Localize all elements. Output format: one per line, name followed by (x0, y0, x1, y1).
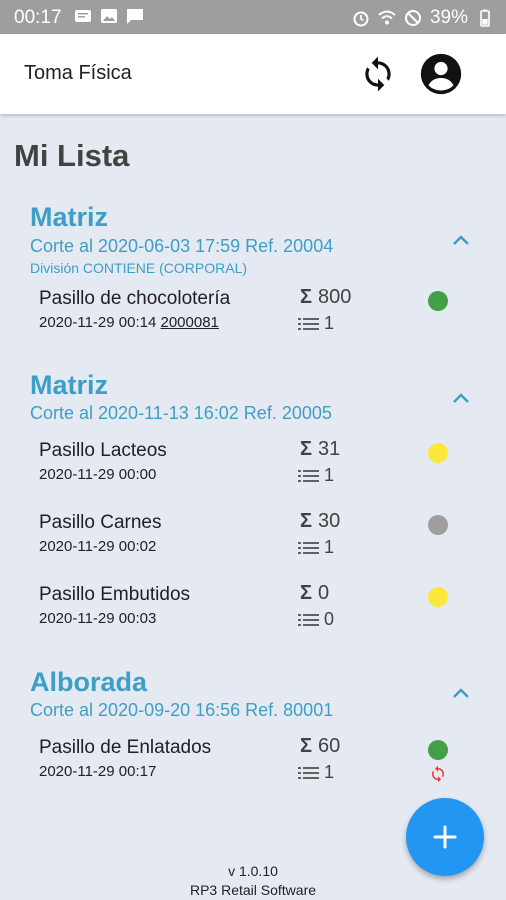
item-name: Pasillo Embutidos (39, 584, 191, 605)
chat-notification-icon (127, 9, 143, 24)
sync-icon (365, 56, 391, 92)
list-item[interactable]: Pasillo de chocolotería 2020-11-29 00:14… (0, 286, 506, 344)
item-date: 2020-11-29 00:03 (39, 610, 157, 627)
item-sum-value: 0 (318, 582, 330, 604)
sync-pending-icon[interactable] (429, 765, 447, 783)
status-bar: 00:17 39% (0, 0, 506, 34)
group-cut-info: Corte al 2020-09-20 16:56 Ref. 80001 (30, 700, 334, 720)
group-store-name: Alborada (30, 667, 148, 697)
item-name: Pasillo de Enlatados (39, 737, 212, 758)
item-date: 2020-11-29 00:14 (39, 314, 157, 331)
app-bar: Toma Física (0, 34, 506, 114)
list-item[interactable]: Pasillo de Enlatados 2020-11-29 00:17 Σ6… (0, 735, 506, 793)
app-title: Toma Física (24, 62, 132, 84)
alarm-icon (353, 11, 369, 27)
item-count: 0 (298, 609, 334, 630)
item-count-value: 1 (324, 313, 335, 333)
status-dot (428, 740, 448, 760)
list-item[interactable]: Pasillo Lacteos 2020-11-29 00:00 Σ 31 1 (0, 438, 506, 496)
image-notification-icon (101, 9, 117, 23)
wifi-icon (378, 10, 396, 25)
chevron-up-icon[interactable] (448, 388, 474, 408)
item-date: 2020-11-29 00:00 (39, 466, 157, 483)
account-circle-icon (420, 53, 462, 95)
item-count-value: 0 (324, 609, 335, 629)
item-sum: Σ0 (300, 582, 329, 605)
item-sum-value: 60 (318, 735, 341, 757)
sigma-icon: Σ (300, 438, 313, 460)
group-cut-info: Corte al 2020-06-03 17:59 Ref. 20004 (30, 236, 334, 256)
status-dot (428, 515, 448, 535)
group-store-name: Matriz (30, 202, 109, 232)
status-dot (428, 291, 448, 311)
list-item[interactable]: Pasillo Carnes 2020-11-29 00:02 Σ 30 1 (0, 510, 506, 568)
battery-icon (480, 9, 490, 27)
status-dot (428, 443, 448, 463)
item-name: Pasillo Lacteos (39, 440, 167, 461)
item-count: 1 (298, 465, 334, 486)
item-name: Pasillo de chocolotería (39, 288, 231, 309)
do-not-disturb-icon (404, 10, 421, 26)
group-store-name: Matriz (30, 370, 109, 400)
item-count-value: 1 (324, 762, 335, 782)
item-count: 1 (298, 537, 334, 558)
item-sum-value: 31 (318, 438, 341, 460)
app-version: v 1.0.10 (228, 863, 278, 879)
page-title: Mi Lista (14, 138, 130, 173)
sigma-icon: Σ (300, 286, 313, 308)
item-name: Pasillo Carnes (39, 512, 162, 533)
item-sum-value: 30 (318, 510, 341, 532)
footer: v 1.0.10 RP3 Retail Software (0, 862, 506, 900)
sync-button[interactable] (356, 52, 400, 96)
account-button[interactable] (419, 52, 463, 96)
message-notification-icon (75, 10, 91, 22)
item-sum: Σ 31 (300, 438, 340, 461)
item-ref-link[interactable]: 2000081 (161, 314, 219, 331)
company-name: RP3 Retail Software (189, 882, 317, 898)
list-icon (298, 469, 319, 482)
chevron-up-icon[interactable] (448, 683, 474, 703)
chevron-up-icon[interactable] (448, 230, 474, 250)
item-count-value: 1 (324, 537, 335, 557)
item-sum: Σ 800 (300, 286, 351, 309)
status-dot (428, 587, 448, 607)
item-sum: Σ 60 (300, 735, 340, 758)
item-count: 1 (298, 762, 334, 783)
sigma-icon: Σ (300, 582, 313, 604)
list-icon (298, 541, 319, 554)
item-date: 2020-11-29 00:02 (39, 538, 157, 555)
list-icon (298, 766, 319, 779)
sigma-icon: Σ (300, 510, 313, 532)
list-icon (298, 613, 319, 626)
list-icon (298, 317, 319, 330)
sigma-icon: Σ (300, 735, 313, 757)
battery-percent: 39% (429, 7, 468, 28)
group-division: División CONTIENE (CORPORAL) (30, 260, 248, 276)
item-sum: Σ 30 (300, 510, 340, 533)
item-sum-value: 800 (318, 286, 352, 308)
item-count: 1 (298, 313, 334, 334)
item-date-ref: 2020-11-29 00:14 2000081 (39, 314, 219, 331)
status-time: 00:17 (14, 7, 62, 28)
group-cut-info: Corte al 2020-11-13 16:02 Ref. 20005 (30, 403, 332, 423)
plus-icon (433, 825, 457, 849)
item-date: 2020-11-29 00:17 (39, 763, 157, 780)
item-count-value: 1 (324, 465, 335, 485)
list-item[interactable]: Pasillo Embutidos 2020-11-29 00:03 Σ0 0 (0, 582, 506, 640)
